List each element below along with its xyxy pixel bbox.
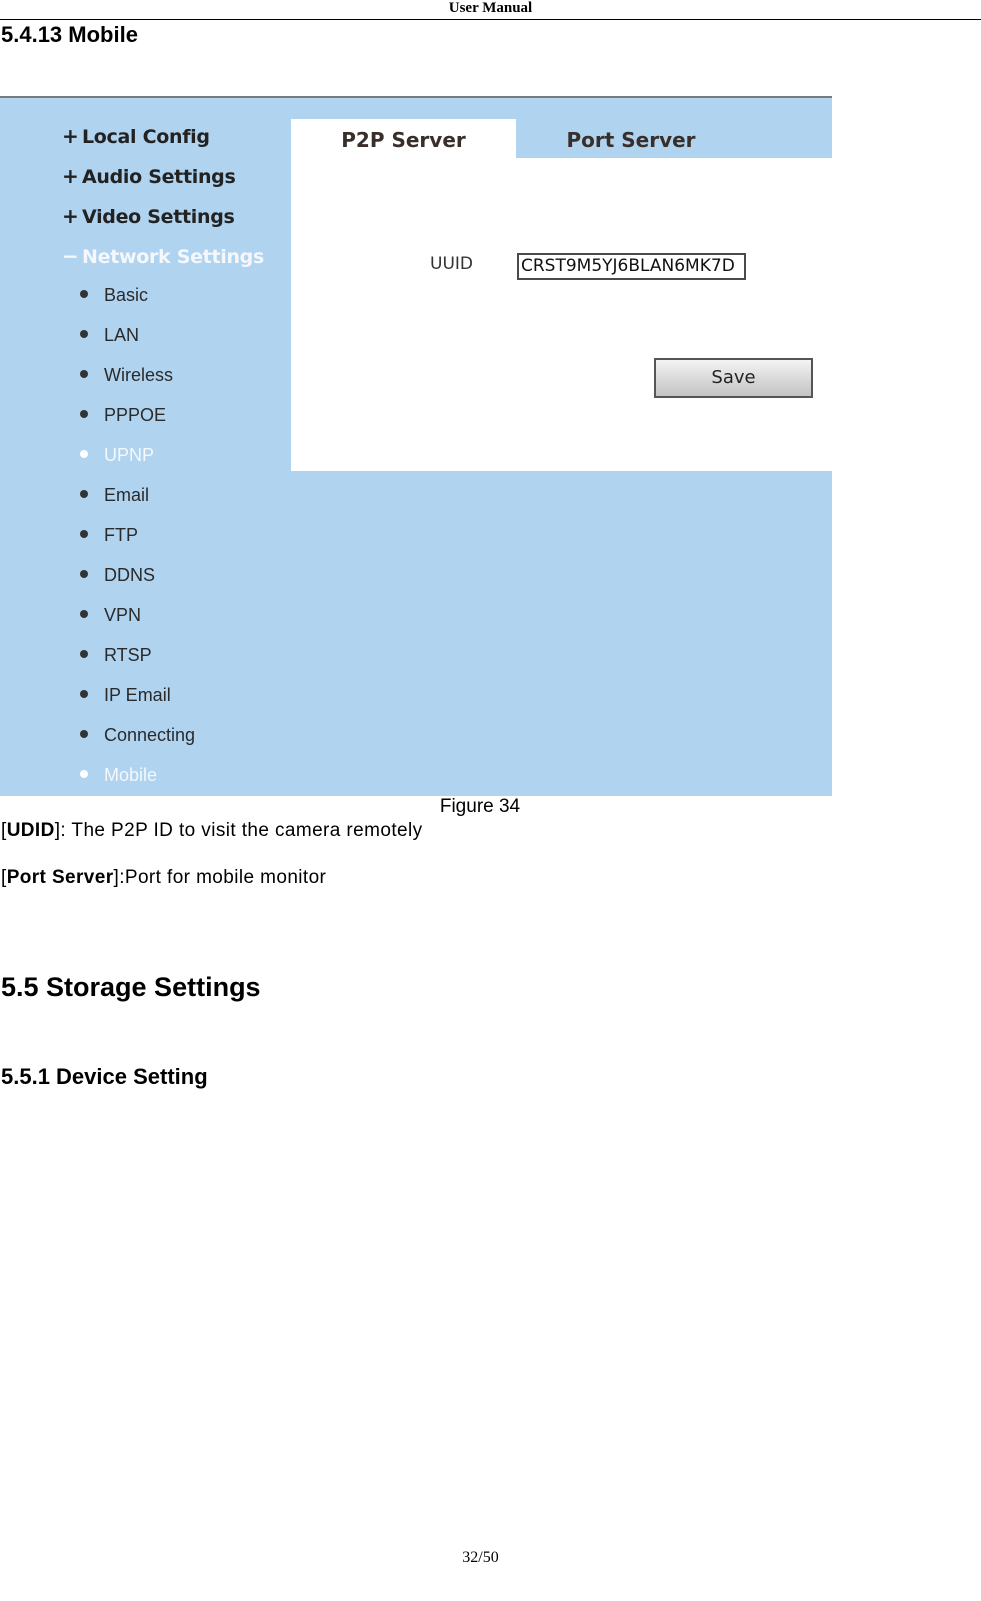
sidebar-group-network-settings[interactable]: − Network Settings bbox=[62, 244, 264, 268]
bullet-icon bbox=[80, 730, 88, 739]
sidebar-item-label: FTP bbox=[104, 525, 138, 545]
bullet-icon bbox=[80, 770, 88, 779]
sidebar-item-label: Wireless bbox=[104, 365, 174, 385]
bullet-icon bbox=[80, 650, 88, 659]
term-udid: UDID bbox=[6, 820, 55, 841]
sidebar-item-vpn[interactable]: VPN bbox=[80, 605, 141, 626]
sidebar-group-audio-settings[interactable]: + Audio Settings bbox=[62, 164, 236, 188]
sidebar-item-label: Mobile bbox=[104, 765, 158, 785]
settings-sidebar: + Local Config + Audio Settings + Video Set… bbox=[0, 98, 291, 796]
sidebar-group-local-config[interactable]: + Local Config bbox=[62, 124, 210, 148]
bullet-icon bbox=[80, 610, 88, 619]
bullet-icon bbox=[80, 410, 88, 419]
udid-description: [UDID]: The P2P ID to visit the camera r… bbox=[1, 820, 423, 842]
tab-port-server[interactable]: Port Server bbox=[516, 119, 746, 158]
udid-description-text: : The P2P ID to visit the camera remotel… bbox=[60, 820, 423, 841]
sidebar-item-wireless[interactable]: Wireless bbox=[80, 365, 173, 386]
sidebar-item-label: DDNS bbox=[104, 565, 156, 585]
sidebar-item-basic[interactable]: Basic bbox=[80, 285, 148, 306]
section-heading-storage-settings: 5.5 Storage Settings bbox=[1, 972, 261, 1002]
figure-caption: Figure 34 bbox=[439, 796, 521, 817]
tab-bar: P2P Server Port Server bbox=[291, 119, 832, 158]
sidebar-group-video-settings[interactable]: + Video Settings bbox=[62, 204, 235, 228]
sidebar-item-rtsp[interactable]: RTSP bbox=[80, 645, 152, 666]
bullet-icon bbox=[80, 690, 88, 699]
sidebar-item-label: PPPOE bbox=[104, 405, 167, 425]
sidebar-item-label: IP Email bbox=[104, 685, 171, 705]
sidebar-item-lan[interactable]: LAN bbox=[80, 325, 139, 346]
save-button[interactable]: Save bbox=[654, 358, 813, 398]
section-heading-mobile: 5.4.13 Mobile bbox=[1, 22, 138, 47]
expand-plus-icon: + bbox=[62, 164, 79, 188]
sidebar-item-ip-email[interactable]: IP Email bbox=[80, 685, 171, 706]
uuid-field[interactable]: CRST9M5YJ6BLAN6MK7D bbox=[517, 253, 746, 280]
sidebar-item-upnp[interactable]: UPNP bbox=[80, 445, 154, 466]
term-port-server: Port Server bbox=[6, 867, 114, 888]
bullet-icon bbox=[80, 370, 88, 379]
running-header: User Manual bbox=[448, 0, 533, 16]
sidebar-item-email[interactable]: Email bbox=[80, 485, 149, 506]
bullet-icon bbox=[80, 330, 88, 339]
sidebar-item-label: VPN bbox=[104, 605, 142, 625]
bullet-icon bbox=[80, 570, 88, 579]
sidebar-group-label: Audio Settings bbox=[82, 166, 236, 188]
uuid-label: UUID bbox=[430, 254, 473, 274]
bullet-icon bbox=[80, 530, 88, 539]
sidebar-item-label: UPNP bbox=[104, 445, 155, 465]
collapse-minus-icon: − bbox=[62, 244, 79, 268]
tab-p2p-server[interactable]: P2P Server bbox=[291, 119, 516, 158]
sidebar-item-pppoe[interactable]: PPPOE bbox=[80, 405, 166, 426]
sidebar-item-label: LAN bbox=[104, 325, 140, 345]
sidebar-item-ftp[interactable]: FTP bbox=[80, 525, 138, 546]
sidebar-group-label: Network Settings bbox=[82, 246, 264, 268]
port-server-description: [Port Server]:Port for mobile monitor bbox=[1, 867, 326, 889]
expand-plus-icon: + bbox=[62, 124, 79, 148]
bullet-icon bbox=[80, 290, 88, 299]
sidebar-group-label: Local Config bbox=[82, 126, 210, 148]
figure-screenshot: + Local Config + Audio Settings + Video Set… bbox=[0, 96, 832, 796]
sidebar-item-ddns[interactable]: DDNS bbox=[80, 565, 155, 586]
sidebar-group-label: Video Settings bbox=[82, 206, 235, 228]
expand-plus-icon: + bbox=[62, 204, 79, 228]
sidebar-item-connecting[interactable]: Connecting bbox=[80, 725, 195, 746]
header-rule bbox=[0, 19, 981, 20]
sidebar-item-mobile[interactable]: Mobile bbox=[80, 765, 157, 786]
page-number: 32/50 bbox=[462, 1549, 499, 1566]
settings-content-panel: P2P Server Port Server UUID CRST9M5YJ6BL… bbox=[291, 119, 832, 471]
port-server-description-text: :Port for mobile monitor bbox=[119, 867, 327, 888]
bullet-icon bbox=[80, 490, 88, 499]
sidebar-item-label: Connecting bbox=[104, 725, 196, 745]
sidebar-item-label: Basic bbox=[104, 285, 149, 305]
sidebar-item-label: Email bbox=[104, 485, 150, 505]
bullet-icon bbox=[80, 450, 88, 459]
section-heading-device-setting: 5.5.1 Device Setting bbox=[1, 1064, 208, 1089]
sidebar-item-label: RTSP bbox=[104, 645, 152, 665]
